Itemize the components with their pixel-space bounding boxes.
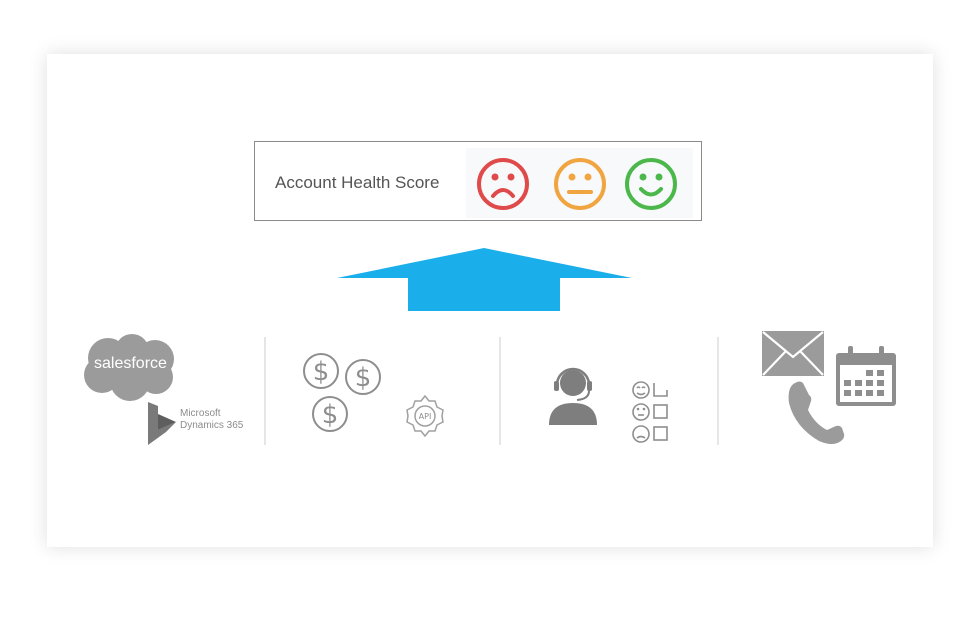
neutral-face-icon — [554, 158, 606, 210]
phone-icon — [788, 381, 845, 444]
svg-text:$: $ — [322, 400, 339, 430]
happy-face-icon — [625, 158, 677, 210]
email-envelope-icon — [762, 331, 824, 376]
survey-checklist-icon — [632, 381, 668, 443]
svg-text:$: $ — [313, 357, 330, 387]
dynamics-text: Dynamics 365 — [180, 420, 244, 431]
divider — [264, 337, 266, 445]
api-gear-icon: API — [406, 394, 444, 438]
support-agent-icon — [549, 367, 597, 425]
divider — [717, 337, 719, 445]
dynamics-365-label: Microsoft Dynamics 365 — [180, 408, 243, 432]
account-health-score-label: Account Health Score — [275, 173, 440, 192]
api-label: API — [419, 412, 432, 421]
divider — [499, 337, 501, 445]
microsoft-text: Microsoft — [180, 408, 221, 419]
svg-text:$: $ — [355, 363, 372, 393]
dollar-coins-icon: $ $ $ — [303, 353, 381, 432]
sad-face-icon — [477, 158, 529, 210]
salesforce-label: salesforce — [94, 355, 167, 372]
dynamics-365-logo-icon — [148, 402, 176, 445]
health-faces-panel — [466, 148, 693, 218]
up-arrow-icon — [337, 248, 632, 311]
account-health-score-box: Account Health Score — [254, 141, 702, 221]
